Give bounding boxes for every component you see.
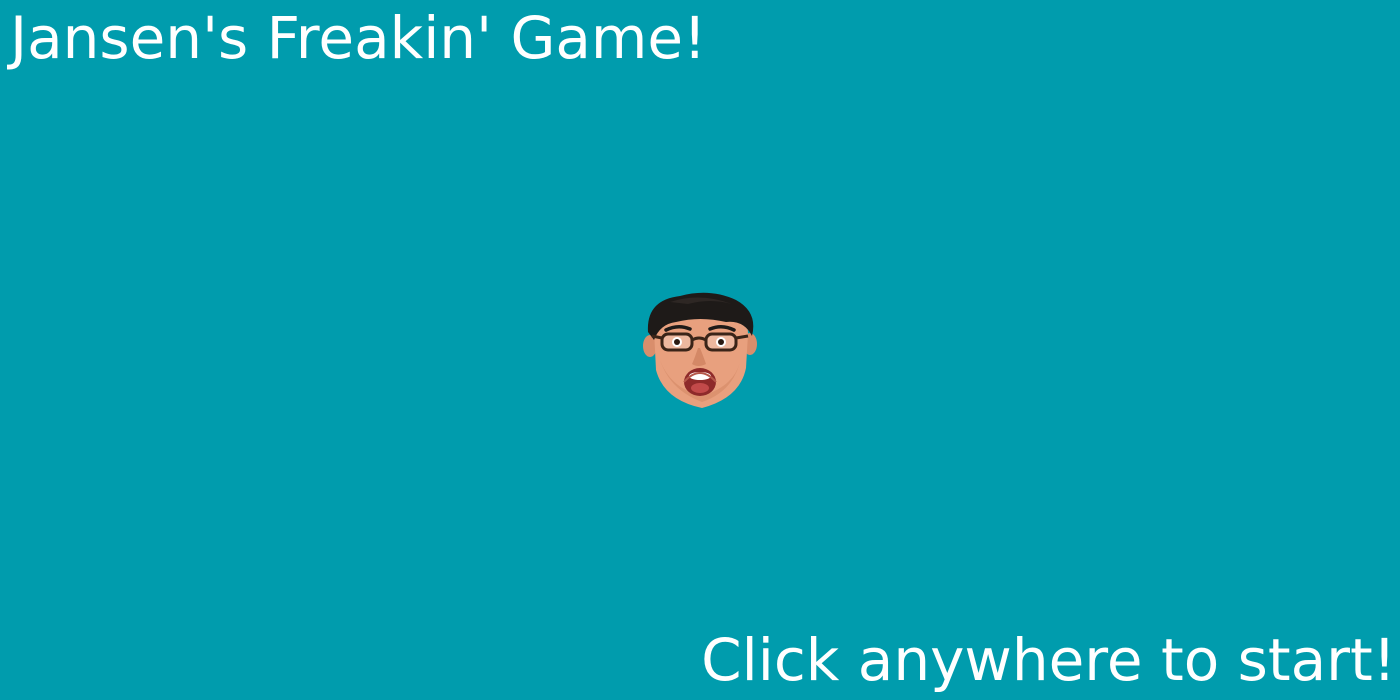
game-title: Jansen's Freakin' Game! — [10, 4, 707, 72]
game-canvas[interactable]: Jansen's Freakin' Game! Click anywhere t… — [0, 0, 1400, 700]
start-prompt: Click anywhere to start! — [701, 626, 1396, 694]
player-head-sprite — [640, 290, 760, 412]
screaming-face-head-icon — [643, 292, 757, 408]
